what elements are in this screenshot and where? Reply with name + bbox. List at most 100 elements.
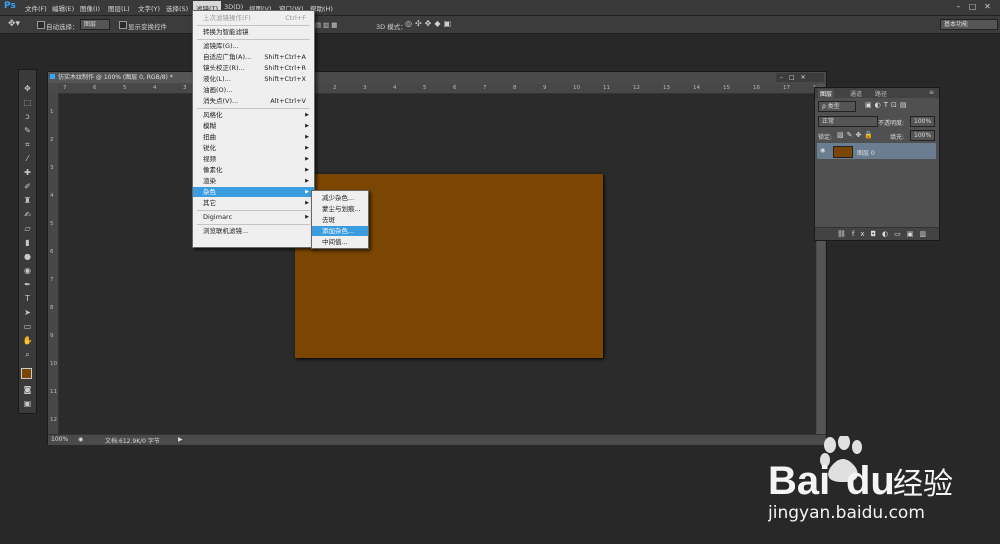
minimize-icon[interactable]: – (953, 2, 964, 12)
healing-brush-tool-icon[interactable]: ✚ (21, 167, 34, 179)
pen-tool-icon[interactable]: ✒ (21, 279, 34, 291)
filter-menu-item[interactable]: 杂色 ▶ (193, 187, 314, 197)
document-tab[interactable]: 仿实木纹制作 @ 100% (图层 0, RGB/8) * (48, 72, 198, 83)
clone-stamp-tool-icon[interactable]: ♜ (21, 195, 34, 207)
ruler-top-tick: 5 (423, 85, 427, 91)
menu-image[interactable]: 图像(I) (80, 3, 100, 13)
auto-select-checkbox[interactable] (37, 21, 45, 29)
panel-menu-icon[interactable]: ≡ (929, 89, 934, 96)
gradient-tool-icon[interactable]: ▮ (21, 237, 34, 249)
submenu-arrow-icon: ▶ (305, 123, 309, 129)
submenu-arrow-icon: ▶ (305, 167, 309, 173)
eyedropper-tool-icon[interactable]: ⁄ (21, 153, 34, 165)
marquee-tool-icon[interactable]: ⬚ (21, 97, 34, 109)
filter-menu-item[interactable]: 液化(L)... Shift+Ctrl+X (193, 74, 314, 84)
layer-kind-filter[interactable]: ρ 类型 (818, 101, 856, 112)
type-tool-icon[interactable]: T (21, 293, 34, 305)
screen-mode-icon[interactable]: ▣ (21, 398, 34, 410)
show-transform-checkbox[interactable] (119, 21, 127, 29)
watermark-brand-right: du (846, 459, 895, 503)
filter-menu-item-label: 消失点(V)... (203, 97, 239, 105)
move-tool-icon[interactable]: ✥▾ (8, 19, 20, 29)
filter-menu-item[interactable]: 渲染 ▶ (193, 176, 314, 186)
filter-menu-item[interactable]: 浏览联机滤镜... (193, 226, 314, 236)
filter-menu-item[interactable]: 锐化 ▶ (193, 143, 314, 153)
canvas-area[interactable] (59, 94, 816, 434)
tab-channels[interactable]: 通道 (850, 89, 862, 98)
tab-paths[interactable]: 路径 (875, 89, 887, 98)
hand-tool-icon[interactable]: ✋ (21, 335, 34, 347)
menu-edit[interactable]: 编辑(E) (52, 3, 74, 13)
auto-select-target-dropdown[interactable]: 图层 (80, 19, 110, 30)
menu-select[interactable]: 选择(S) (166, 3, 188, 13)
menu-file[interactable]: 文件(F) (25, 3, 47, 13)
menu-bar: Ps 文件(F) 编辑(E) 图像(I) 图层(L) 文字(Y) 选择(S) 滤… (0, 0, 1000, 16)
layer-filter-icons[interactable]: ▣◐T⊡▤ (865, 101, 909, 109)
blend-mode-dropdown[interactable]: 正常 (818, 116, 878, 127)
ruler-left-tick: 8 (50, 305, 54, 311)
filter-menu-item[interactable]: 像素化 ▶ (193, 165, 314, 175)
dodge-tool-icon[interactable]: ◉ (21, 265, 34, 277)
filter-menu-item[interactable]: 模糊 ▶ (193, 121, 314, 131)
lock-icons[interactable]: ▨✎✥🔒 (837, 131, 876, 139)
filter-menu-item[interactable]: 消失点(V)... Alt+Ctrl+V (193, 96, 314, 106)
filter-menu-item[interactable]: Digimarc ▶ (193, 212, 314, 222)
filter-menu-item[interactable]: 油画(O)... (193, 85, 314, 95)
noise-submenu-item[interactable]: 减少杂色... (312, 193, 368, 203)
shape-tool-icon[interactable]: ▭ (21, 321, 34, 333)
distribute-icons[interactable]: ▤▥▦ (315, 21, 339, 29)
filter-menu-item-label: 转换为智能滤镜 (203, 28, 249, 36)
filter-menu-item[interactable]: 扭曲 ▶ (193, 132, 314, 142)
menu-type[interactable]: 文字(Y) (138, 3, 160, 13)
filter-menu-item[interactable]: 其它 ▶ (193, 198, 314, 208)
filter-menu-item-label: Digimarc (203, 213, 233, 221)
history-brush-tool-icon[interactable]: ✍ (21, 209, 34, 221)
show-transform-label: 显示变换控件 (128, 23, 167, 31)
move-tool-icon[interactable]: ✥ (21, 83, 34, 95)
menu-layer[interactable]: 图层(L) (108, 3, 130, 13)
fill-input[interactable]: 100% (910, 130, 935, 141)
3d-mode-icons[interactable]: ◎✣✥◆▣ (405, 19, 454, 28)
foreground-color-swatch[interactable] (21, 368, 32, 379)
quick-mask-icon[interactable]: ◙ (21, 384, 34, 396)
filter-menu-item-shortcut: Shift+Ctrl+A (264, 53, 306, 61)
tab-layers[interactable]: 图层 (818, 89, 835, 98)
noise-submenu-item[interactable]: 添加杂色... (312, 226, 368, 236)
noise-submenu-item[interactable]: 中间值... (312, 237, 368, 247)
opacity-input[interactable]: 100% (910, 116, 935, 127)
lasso-tool-icon[interactable]: ↄ (21, 111, 34, 123)
quick-select-tool-icon[interactable]: ✎ (21, 125, 34, 137)
zoom-level[interactable]: 100% (51, 436, 68, 443)
layer-name[interactable]: 图层 0 (857, 148, 875, 157)
filter-menu-item[interactable]: 镜头校正(R)... Shift+Ctrl+R (193, 63, 314, 73)
ruler-left: 1 2 3 4 5 6 7 8 9 10 11 12 (48, 93, 59, 435)
noise-submenu-item[interactable]: 去斑 (312, 215, 368, 225)
eraser-tool-icon[interactable]: ▱ (21, 223, 34, 235)
workspace-dropdown[interactable]: 基本功能 (940, 19, 998, 30)
layer-action-icons[interactable]: ⛓fx◘◐▭▣▥ (837, 230, 932, 238)
filter-menu-item[interactable]: 滤镜库(G)... (193, 41, 314, 51)
filter-menu-item[interactable]: 风格化 ▶ (193, 110, 314, 120)
layer-row[interactable]: ◉ 图层 0 (817, 143, 936, 159)
zoom-tool-icon[interactable]: ⌕ (21, 349, 34, 361)
menu-separator (197, 224, 310, 225)
filter-menu-item[interactable]: 上次滤镜操作(F) Ctrl+F (193, 13, 314, 23)
noise-submenu-item[interactable]: 蒙尘与划痕... (312, 204, 368, 214)
maximize-icon[interactable]: □ (967, 2, 978, 12)
filter-menu-item[interactable]: 自适应广角(A)... Shift+Ctrl+A (193, 52, 314, 62)
brush-tool-icon[interactable]: ✐ (21, 181, 34, 193)
path-select-tool-icon[interactable]: ➤ (21, 307, 34, 319)
filter-menu-item[interactable]: 视频 ▶ (193, 154, 314, 164)
filter-menu-item[interactable]: 转换为智能滤镜 (193, 27, 314, 37)
auto-select-label: 自动选择： (46, 23, 79, 31)
status-arrow-icon[interactable]: ▶ (178, 436, 183, 443)
crop-tool-icon[interactable]: ⌗ (21, 139, 34, 151)
doc-window-controls[interactable]: –□✕ (776, 73, 824, 82)
close-icon[interactable]: ✕ (982, 2, 993, 12)
blur-tool-icon[interactable]: ● (21, 251, 34, 263)
watermark-suffix: 经验 (893, 467, 953, 502)
filter-menu-item-label: 模糊 (203, 122, 216, 130)
ruler-top-tick: 10 (573, 85, 580, 91)
filter-menu-item-label: 油画(O)... (203, 86, 233, 94)
visibility-eye-icon[interactable]: ◉ (820, 147, 825, 154)
